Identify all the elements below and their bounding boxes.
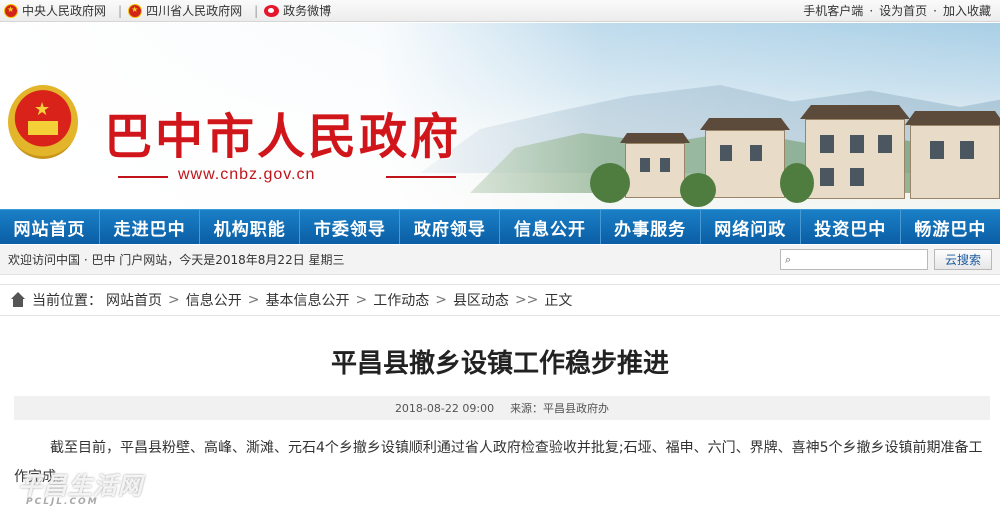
- watermark-logo: 平昌生活网 PCLJL.COM: [18, 472, 143, 507]
- cloud-search-button[interactable]: 云搜索: [934, 249, 992, 270]
- article-title: 平昌县撤乡设镇工作稳步推进: [330, 349, 669, 379]
- search-icon: ⌕: [785, 252, 792, 266]
- building: [625, 143, 685, 198]
- nav-item-home[interactable]: 网站首页: [0, 210, 101, 244]
- main-nav: 网站首页 走进巴中 机构职能 市委领导 政府领导 信息公开 办事服务 网络问政 …: [0, 209, 1000, 244]
- breadcrumb-current: 正文: [544, 293, 573, 309]
- breadcrumb: 当前位置： 网站首页 > 信息公开 > 基本信息公开 > 工作动态 > 县区动态…: [0, 284, 1000, 316]
- building: [705, 130, 785, 198]
- breadcrumb-county-news[interactable]: 县区动态: [453, 290, 509, 310]
- national-emblem-icon: [128, 3, 143, 18]
- set-homepage-link[interactable]: 设为首页: [879, 2, 927, 19]
- nav-item-info-disclosure[interactable]: 信息公开: [500, 210, 601, 244]
- welcome-bar: 欢迎访问中国 · 巴中 门户网站，今天是2018年8月22日 星期三 ⌕ 云搜索: [0, 245, 1000, 275]
- central-gov-link[interactable]: 中央人民政府网: [4, 2, 106, 19]
- building: [910, 125, 1000, 199]
- top-links: 中央人民政府网 | 四川省人民政府网 | 政务微博: [4, 2, 337, 19]
- top-right-links: 手机客户端 · 设为首页 · 加入收藏: [803, 2, 991, 19]
- nav-item-party-leaders[interactable]: 市委领导: [300, 210, 401, 244]
- weibo-icon: [264, 4, 280, 17]
- add-favorite-link[interactable]: 加入收藏: [943, 2, 991, 19]
- weibo-link[interactable]: 政务微博: [264, 2, 331, 19]
- nav-item-gov-leaders[interactable]: 政府领导: [400, 210, 501, 244]
- nav-item-about-bazhong[interactable]: 走进巴中: [100, 210, 201, 244]
- nav-item-institutions[interactable]: 机构职能: [200, 210, 301, 244]
- mobile-client-link[interactable]: 手机客户端: [803, 2, 863, 19]
- article-datetime: 2018-08-22 09:00: [394, 401, 495, 415]
- header-banner: ★ 巴中市人民政府 www.cnbz.gov.cn: [0, 23, 1000, 209]
- search-area: ⌕ 云搜索: [780, 249, 992, 270]
- breadcrumb-label: 当前位置：: [32, 293, 102, 309]
- breadcrumb-home[interactable]: 网站首页: [106, 290, 162, 310]
- nav-item-invest[interactable]: 投资巴中: [801, 210, 901, 244]
- home-icon: [10, 292, 26, 308]
- article-source: 来源：平昌县政府办: [510, 402, 610, 415]
- top-bar: 中央人民政府网 | 四川省人民政府网 | 政务微博 手机客户端 · 设为首页 ·…: [0, 0, 1000, 22]
- welcome-text: 欢迎访问中国 · 巴中 门户网站，今天是2018年8月22日 星期三: [8, 253, 345, 267]
- site-url: www.cnbz.gov.cn: [178, 166, 316, 183]
- building: [805, 119, 905, 199]
- breadcrumb-basic-info[interactable]: 基本信息公开: [265, 290, 349, 310]
- breadcrumb-info-disclosure[interactable]: 信息公开: [186, 290, 242, 310]
- national-emblem-logo: ★: [8, 85, 78, 159]
- article-body: 截至目前，平昌县粉壁、高峰、澌滩、元石4个乡撤乡设镇顺利通过省人政府检查验收并批…: [14, 440, 983, 485]
- search-input[interactable]: ⌕: [780, 249, 928, 270]
- national-emblem-icon: [4, 3, 18, 18]
- site-title: 巴中市人民政府: [104, 109, 462, 165]
- sichuan-gov-link[interactable]: 四川省人民政府网: [128, 2, 242, 19]
- nav-item-tourism[interactable]: 畅游巴中: [901, 210, 1000, 244]
- nav-item-services[interactable]: 办事服务: [601, 210, 701, 244]
- article-meta: 2018-08-22 09:00 来源：平昌县政府办: [14, 396, 990, 420]
- breadcrumb-work-news[interactable]: 工作动态: [373, 290, 429, 310]
- nav-item-online-inquiry[interactable]: 网络问政: [701, 210, 801, 244]
